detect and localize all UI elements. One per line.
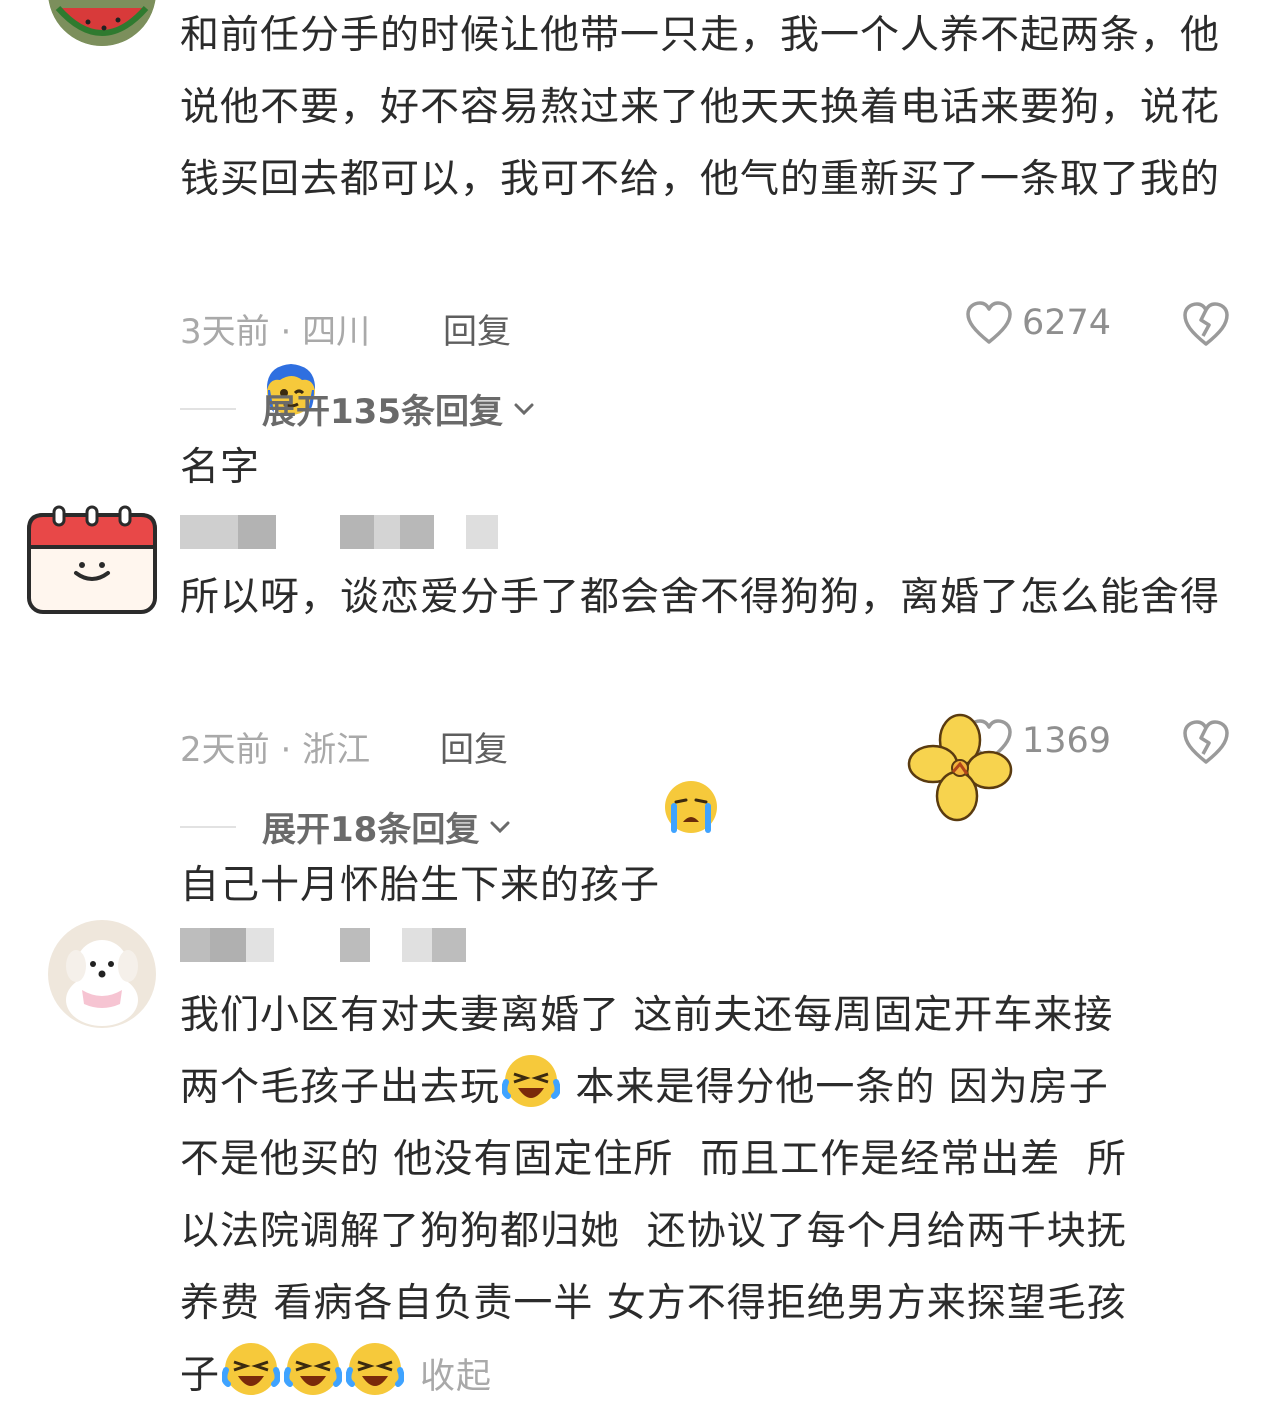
laughing-crying-emoji bbox=[345, 1340, 405, 1398]
blue-hair-face-emoji bbox=[262, 216, 320, 415]
avatar-image-white-dog bbox=[48, 920, 156, 1028]
laughing-crying-emoji bbox=[283, 1340, 343, 1398]
broken-heart-icon[interactable] bbox=[1182, 718, 1230, 766]
collapse-button[interactable]: 收起 bbox=[420, 1357, 492, 1397]
avatar-image-calendar bbox=[27, 505, 157, 614]
avatar[interactable] bbox=[48, 0, 156, 46]
expand-replies-button[interactable]: 展开135条回复 bbox=[180, 384, 537, 433]
heart-outline-icon bbox=[966, 301, 1012, 344]
avatar-image-watermelon bbox=[48, 0, 156, 46]
avatar[interactable] bbox=[26, 505, 158, 615]
time-label: 2天前 bbox=[180, 730, 270, 770]
yellow-flower-sticker bbox=[905, 712, 1015, 824]
expand-replies-button[interactable]: 展开18条回复 bbox=[180, 802, 513, 851]
location-label: 四川 bbox=[302, 312, 371, 352]
comment-meta: 3天前 · 四川 bbox=[180, 312, 371, 352]
comment-meta: 2天前 · 浙江 bbox=[180, 730, 371, 770]
location-label: 浙江 bbox=[302, 730, 371, 770]
like-count: 6274 bbox=[1022, 303, 1112, 343]
username-blurred[interactable] bbox=[180, 515, 510, 549]
avatar[interactable] bbox=[48, 920, 156, 1028]
laughing-crying-emoji bbox=[501, 1052, 561, 1110]
divider-line bbox=[180, 407, 236, 410]
crying-face-emoji bbox=[662, 634, 720, 833]
chevron-down-icon bbox=[514, 403, 534, 415]
divider-line bbox=[180, 825, 236, 828]
comment-text: 我们小区有对夫妻离婚了 这前夫还每周固定开车来接 两个毛孩子出去玩 本来是得分他… bbox=[180, 993, 1127, 1398]
reply-button[interactable]: 回复 bbox=[443, 304, 511, 353]
time-label: 3天前 bbox=[180, 312, 270, 352]
like-count: 1369 bbox=[1022, 721, 1112, 761]
chevron-down-icon bbox=[490, 821, 510, 833]
like-button[interactable]: 6274 bbox=[964, 300, 1111, 346]
broken-heart-icon[interactable] bbox=[1182, 300, 1230, 348]
laughing-crying-emoji bbox=[221, 1340, 281, 1398]
reply-button[interactable]: 回复 bbox=[440, 722, 508, 771]
username-blurred[interactable] bbox=[180, 928, 470, 962]
